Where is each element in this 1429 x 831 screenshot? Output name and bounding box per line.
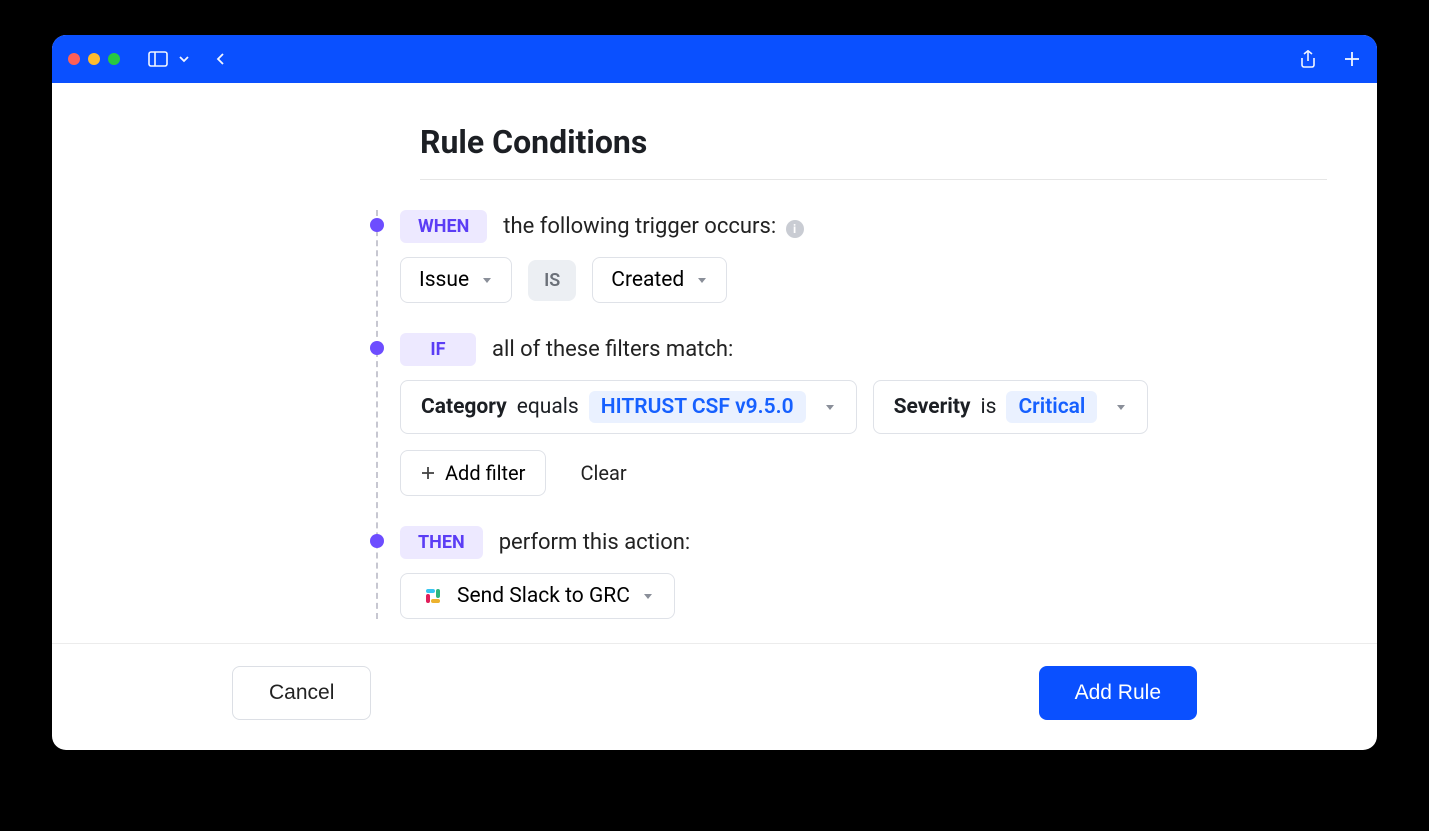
share-icon[interactable]: [1299, 50, 1317, 68]
filter-severity[interactable]: Severity is Critical: [873, 380, 1149, 434]
info-icon[interactable]: i: [786, 220, 804, 238]
when-text: the following trigger occurs: i: [503, 214, 803, 239]
trigger-event-value: Created: [611, 268, 684, 292]
chevron-down-icon[interactable]: [178, 53, 190, 65]
trigger-subject-select[interactable]: Issue: [400, 257, 512, 303]
cancel-button[interactable]: Cancel: [232, 666, 371, 720]
action-label: Send Slack to GRC: [457, 584, 630, 608]
traffic-lights: [68, 53, 120, 65]
trigger-operator: IS: [528, 260, 576, 301]
filter-op: is: [981, 395, 997, 419]
footer: Cancel Add Rule: [52, 643, 1377, 750]
clear-filters-link[interactable]: Clear: [580, 461, 626, 485]
when-step: WHEN the following trigger occurs: i Iss…: [378, 210, 1327, 303]
add-filter-button[interactable]: Add filter: [400, 450, 546, 496]
when-tag: WHEN: [400, 210, 487, 243]
filter-field: Category: [421, 395, 507, 419]
caret-down-icon: [481, 274, 493, 286]
filter-field: Severity: [894, 395, 971, 419]
back-icon[interactable]: [214, 52, 228, 66]
caret-down-icon: [824, 401, 836, 413]
close-window-icon[interactable]: [68, 53, 80, 65]
sidebar-toggle-icon[interactable]: [148, 51, 168, 67]
then-tag: THEN: [400, 526, 483, 559]
page-title: Rule Conditions: [420, 123, 1327, 180]
minimize-window-icon[interactable]: [88, 53, 100, 65]
titlebar: [52, 35, 1377, 83]
caret-down-icon: [696, 274, 708, 286]
add-filter-label: Add filter: [445, 461, 525, 485]
add-rule-button[interactable]: Add Rule: [1039, 666, 1197, 720]
if-step: IF all of these filters match: Category …: [378, 333, 1327, 496]
then-step: THEN perform this action:: [378, 526, 1327, 619]
plus-icon: [421, 461, 435, 485]
then-text: perform this action:: [499, 530, 691, 555]
zoom-window-icon[interactable]: [108, 53, 120, 65]
action-select[interactable]: Send Slack to GRC: [400, 573, 675, 619]
when-text-label: the following trigger occurs:: [503, 214, 776, 239]
rule-timeline: WHEN the following trigger occurs: i Iss…: [376, 210, 1327, 619]
plus-icon[interactable]: [1343, 50, 1361, 68]
if-tag: IF: [400, 333, 476, 366]
filter-value-chip: Critical: [1006, 391, 1097, 423]
trigger-event-select[interactable]: Created: [592, 257, 727, 303]
filter-value-chip: HITRUST CSF v9.5.0: [589, 391, 806, 423]
caret-down-icon: [642, 590, 654, 602]
slack-icon: [421, 584, 445, 608]
filter-category[interactable]: Category equals HITRUST CSF v9.5.0: [400, 380, 857, 434]
if-text: all of these filters match:: [492, 337, 733, 362]
caret-down-icon: [1115, 401, 1127, 413]
filter-op: equals: [517, 395, 579, 419]
page-content: Rule Conditions WHEN the following trigg…: [52, 83, 1377, 643]
app-window: Rule Conditions WHEN the following trigg…: [52, 35, 1377, 750]
trigger-subject-value: Issue: [419, 268, 469, 292]
